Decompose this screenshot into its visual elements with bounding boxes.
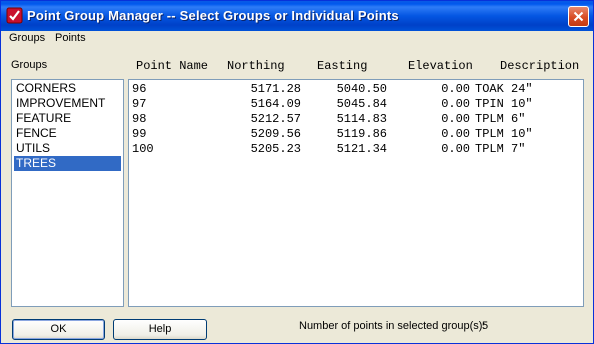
group-item-trees[interactable]: TREES	[14, 156, 121, 171]
description-cell: TPLM 6"	[475, 112, 526, 126]
easting-cell: 5121.34	[336, 142, 387, 156]
point-name-cell: 96	[132, 82, 147, 96]
points-list[interactable]: 96 5171.28 5040.50 0.00 TOAK 24" 97 5164…	[128, 79, 584, 307]
table-row[interactable]: 97 5164.09 5045.84 0.00 TPIN 10"	[129, 97, 583, 112]
points-count-label: Number of points in selected group(s):	[299, 320, 486, 332]
northing-cell: 5205.23	[250, 142, 301, 156]
point-name-cell: 98	[132, 112, 147, 126]
title-bar[interactable]: Point Group Manager -- Select Groups or …	[1, 1, 593, 31]
help-button[interactable]: Help	[113, 319, 207, 340]
column-header-easting[interactable]: Easting	[317, 59, 367, 73]
group-item-corners[interactable]: CORNERS	[14, 81, 121, 96]
group-item-fence[interactable]: FENCE	[14, 126, 121, 141]
group-item-feature[interactable]: FEATURE	[14, 111, 121, 126]
menu-groups[interactable]: Groups	[9, 32, 45, 44]
elevation-cell: 0.00	[441, 112, 470, 126]
group-item-improvement[interactable]: IMPROVEMENT	[14, 96, 121, 111]
table-row[interactable]: 96 5171.28 5040.50 0.00 TOAK 24"	[129, 82, 583, 97]
description-cell: TPLM 7"	[475, 142, 526, 156]
table-row[interactable]: 99 5209.56 5119.86 0.00 TPLM 10"	[129, 127, 583, 142]
elevation-cell: 0.00	[441, 142, 470, 156]
menu-points[interactable]: Points	[55, 32, 86, 44]
group-item-utils[interactable]: UTILS	[14, 141, 121, 156]
table-row[interactable]: 98 5212.57 5114.83 0.00 TPLM 6"	[129, 112, 583, 127]
description-cell: TPIN 10"	[475, 97, 533, 111]
group-list[interactable]: CORNERS IMPROVEMENT FEATURE FENCE UTILS …	[11, 79, 124, 307]
easting-cell: 5045.84	[336, 97, 387, 111]
column-header-point-name[interactable]: Point Name	[136, 59, 208, 73]
column-header-description[interactable]: Description	[500, 59, 579, 73]
northing-cell: 5171.28	[250, 82, 301, 96]
close-icon	[573, 11, 584, 22]
point-name-cell: 99	[132, 127, 147, 141]
point-name-cell: 97	[132, 97, 147, 111]
ok-button[interactable]: OK	[12, 319, 105, 340]
column-header-elevation[interactable]: Elevation	[408, 59, 473, 73]
window-title: Point Group Manager -- Select Groups or …	[27, 8, 399, 23]
elevation-cell: 0.00	[441, 97, 470, 111]
northing-cell: 5209.56	[250, 127, 301, 141]
column-header-northing[interactable]: Northing	[227, 59, 285, 73]
groups-label: Groups	[11, 59, 48, 71]
point-name-cell: 100	[132, 142, 154, 156]
close-button[interactable]	[568, 6, 589, 27]
description-cell: TPLM 10"	[475, 127, 533, 141]
points-count-value: 5	[482, 320, 489, 332]
northing-cell: 5164.09	[250, 97, 301, 111]
table-row[interactable]: 100 5205.23 5121.34 0.00 TPLM 7"	[129, 142, 583, 157]
menu-bar: Groups Points	[1, 31, 593, 48]
northing-cell: 5212.57	[250, 112, 301, 126]
easting-cell: 5040.50	[336, 82, 387, 96]
point-group-manager-window: Point Group Manager -- Select Groups or …	[0, 0, 594, 344]
elevation-cell: 0.00	[441, 82, 470, 96]
easting-cell: 5114.83	[336, 112, 387, 126]
elevation-cell: 0.00	[441, 127, 470, 141]
checkmark-app-icon	[6, 7, 23, 24]
easting-cell: 5119.86	[336, 127, 387, 141]
description-cell: TOAK 24"	[475, 82, 533, 96]
